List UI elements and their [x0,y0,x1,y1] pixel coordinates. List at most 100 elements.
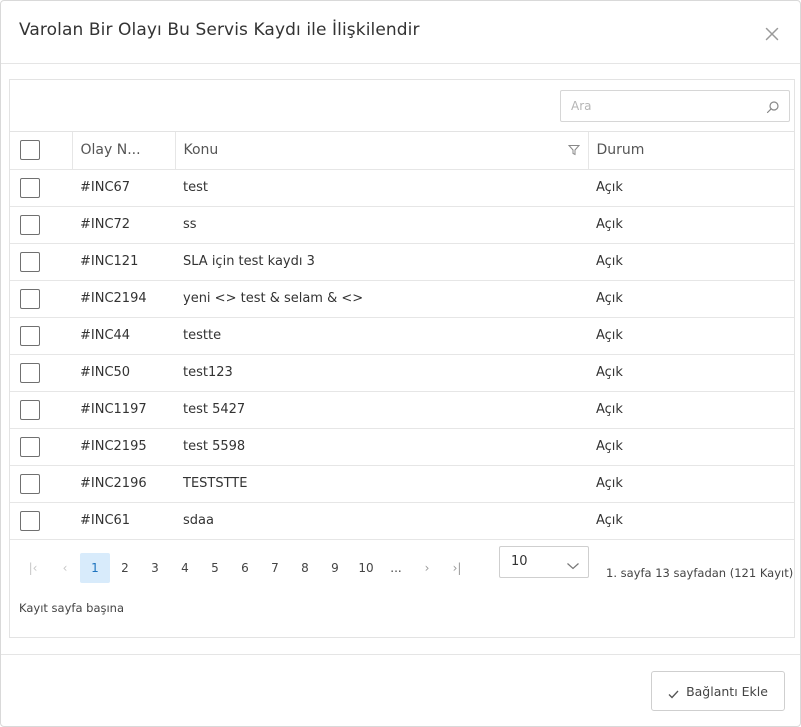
row-checkbox[interactable] [20,362,40,383]
row-checkbox[interactable] [20,214,40,235]
search-icon[interactable] [766,99,780,114]
row-select-cell [10,169,72,207]
table-row[interactable]: #INC67 test Açık [10,169,794,207]
page-button-9[interactable]: 9 [320,553,350,583]
table-row[interactable]: #INC50 test123 Açık [10,354,794,392]
column-header-subject-label: Konu [183,142,219,159]
per-page-label: Kayıt sayfa başına [19,601,125,615]
row-checkbox[interactable] [20,510,40,531]
last-page-button[interactable]: ›| [446,553,468,583]
page-size-select[interactable]: 10 [499,546,589,578]
pager: |‹ ‹ 1 2 3 4 5 6 7 8 9 10 ... › ›| 10 1.… [10,540,794,637]
incident-subject: SLA için test kaydı 3 [175,243,588,281]
page-button-3[interactable]: 3 [140,553,170,583]
incident-number: #INC2196 [72,465,175,503]
row-select-cell [10,317,72,355]
column-header-number[interactable]: Olay N... [72,132,176,170]
chevron-down-icon [566,556,580,570]
incident-subject: test 5427 [175,391,588,429]
incident-number: #INC61 [72,502,175,540]
filter-icon[interactable] [567,144,580,156]
row-select-cell [10,465,72,503]
page-button-1[interactable]: 1 [80,553,110,583]
incident-subject: test123 [175,354,588,392]
row-select-cell [10,428,72,466]
table-header-row: Olay N... Konu Durum [10,132,794,170]
incident-status: Açık [588,206,794,244]
column-header-number-label: Olay N... [80,142,141,159]
column-header-status-label: Durum [596,142,645,159]
row-select-cell [10,206,72,244]
search-input[interactable] [561,91,761,121]
incident-subject: test 5598 [175,428,588,466]
table-row[interactable]: #INC2196 TESTSTTE Açık [10,465,794,503]
row-select-cell [10,354,72,392]
row-select-cell [10,280,72,318]
incident-subject: sdaa [175,502,588,540]
page-button-5[interactable]: 5 [200,553,230,583]
row-checkbox[interactable] [20,288,40,309]
incident-status: Açık [588,317,794,355]
row-select-cell [10,502,72,540]
incident-number: #INC50 [72,354,175,392]
select-all-cell [10,132,73,170]
page-button-10[interactable]: 10 [350,553,382,583]
incident-status: Açık [588,354,794,392]
incident-number: #INC67 [72,169,175,207]
link-incident-dialog: Varolan Bir Olayı Bu Servis Kaydı ile İl… [0,0,801,727]
page-button-6[interactable]: 6 [230,553,260,583]
row-select-cell [10,243,72,281]
row-checkbox[interactable] [20,436,40,457]
row-checkbox[interactable] [20,399,40,420]
add-link-button[interactable]: Bağlantı Ekle [651,671,785,711]
add-link-button-label: Bağlantı Ekle [686,683,768,699]
grid-toolbar [10,80,794,132]
incident-status: Açık [588,243,794,281]
row-checkbox[interactable] [20,325,40,346]
page-button-2[interactable]: 2 [110,553,140,583]
next-page-button[interactable]: › [416,553,438,583]
prev-page-button[interactable]: ‹ [54,553,76,583]
table-row[interactable]: #INC44 testte Açık [10,317,794,355]
incident-status: Açık [588,502,794,540]
incident-number: #INC2194 [72,280,175,318]
incident-subject: test [175,169,588,207]
incident-number: #INC44 [72,317,175,355]
row-select-cell [10,391,72,429]
incident-subject: yeni <> test & selam & <> [175,280,588,318]
select-all-checkbox[interactable] [20,140,40,161]
incident-number: #INC72 [72,206,175,244]
incident-number: #INC1197 [72,391,175,429]
row-checkbox[interactable] [20,473,40,494]
dialog-footer: Bağlantı Ekle [1,654,800,726]
incident-status: Açık [588,280,794,318]
column-header-status[interactable]: Durum [588,132,794,170]
page-button-7[interactable]: 7 [260,553,290,583]
table-row[interactable]: #INC2194 yeni <> test & selam & <> Açık [10,280,794,318]
row-checkbox[interactable] [20,251,40,272]
first-page-button[interactable]: |‹ [22,553,44,583]
table-row[interactable]: #INC2195 test 5598 Açık [10,428,794,466]
page-button-4[interactable]: 4 [170,553,200,583]
incident-status: Açık [588,428,794,466]
table-row[interactable]: #INC61 sdaa Açık [10,502,794,540]
incident-subject: testte [175,317,588,355]
incident-status: Açık [588,169,794,207]
close-icon[interactable] [763,25,781,43]
check-icon [668,687,679,698]
incident-table: Olay N... Konu Durum #INC67 test Açık #I… [10,132,794,540]
incident-number: #INC2195 [72,428,175,466]
page-ellipsis-button[interactable]: ... [382,553,410,583]
table-row[interactable]: #INC121 SLA için test kaydı 3 Açık [10,243,794,281]
dialog-title: Varolan Bir Olayı Bu Servis Kaydı ile İl… [19,20,420,40]
dialog-header: Varolan Bir Olayı Bu Servis Kaydı ile İl… [1,1,800,64]
page-button-8[interactable]: 8 [290,553,320,583]
table-row[interactable]: #INC72 ss Açık [10,206,794,244]
incident-number: #INC121 [72,243,175,281]
incident-subject: ss [175,206,588,244]
row-checkbox[interactable] [20,177,40,198]
incident-subject: TESTSTTE [175,465,588,503]
column-header-subject[interactable]: Konu [175,132,589,170]
table-row[interactable]: #INC1197 test 5427 Açık [10,391,794,429]
search-box[interactable] [560,90,790,122]
